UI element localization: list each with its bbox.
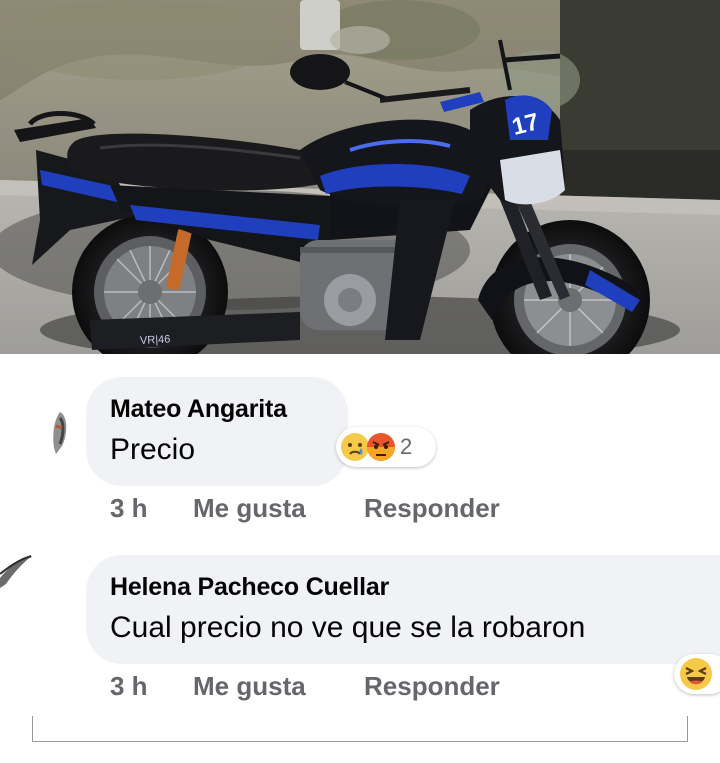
comment-time[interactable]: 3 h — [110, 671, 148, 702]
reply-button[interactable]: Responder — [364, 671, 500, 702]
avatar[interactable] — [0, 548, 36, 598]
comment-bubble[interactable]: Helena Pacheco Cuellar Cual precio no ve… — [86, 555, 720, 664]
comment-input-box[interactable] — [32, 716, 688, 742]
avatar[interactable] — [46, 404, 74, 456]
post-photo[interactable]: VR|46 17 — [0, 0, 720, 354]
comment-text: Precio — [110, 433, 196, 466]
comment-text: Cual precio no ve que se la robaron — [110, 611, 586, 644]
comment-bubble[interactable]: Mateo Angarita Precio — [86, 377, 348, 486]
comment-author[interactable]: Helena Pacheco Cuellar — [110, 573, 389, 602]
exhaust-decal: VR|46 — [140, 333, 171, 347]
reaction-summary[interactable] — [674, 654, 720, 694]
motorcycle-photo: VR|46 17 — [0, 0, 720, 354]
angry-face-icon — [366, 432, 396, 462]
reaction-summary[interactable]: 2 — [336, 427, 436, 467]
comment-time[interactable]: 3 h — [110, 493, 148, 524]
laughing-face-icon — [679, 657, 713, 691]
like-button[interactable]: Me gusta — [193, 671, 306, 702]
comment-author[interactable]: Mateo Angarita — [110, 395, 287, 424]
avatar-image — [46, 404, 74, 456]
reply-button[interactable]: Responder — [364, 493, 500, 524]
avatar-image — [0, 548, 36, 598]
reaction-count: 2 — [400, 434, 413, 459]
like-button[interactable]: Me gusta — [193, 493, 306, 524]
